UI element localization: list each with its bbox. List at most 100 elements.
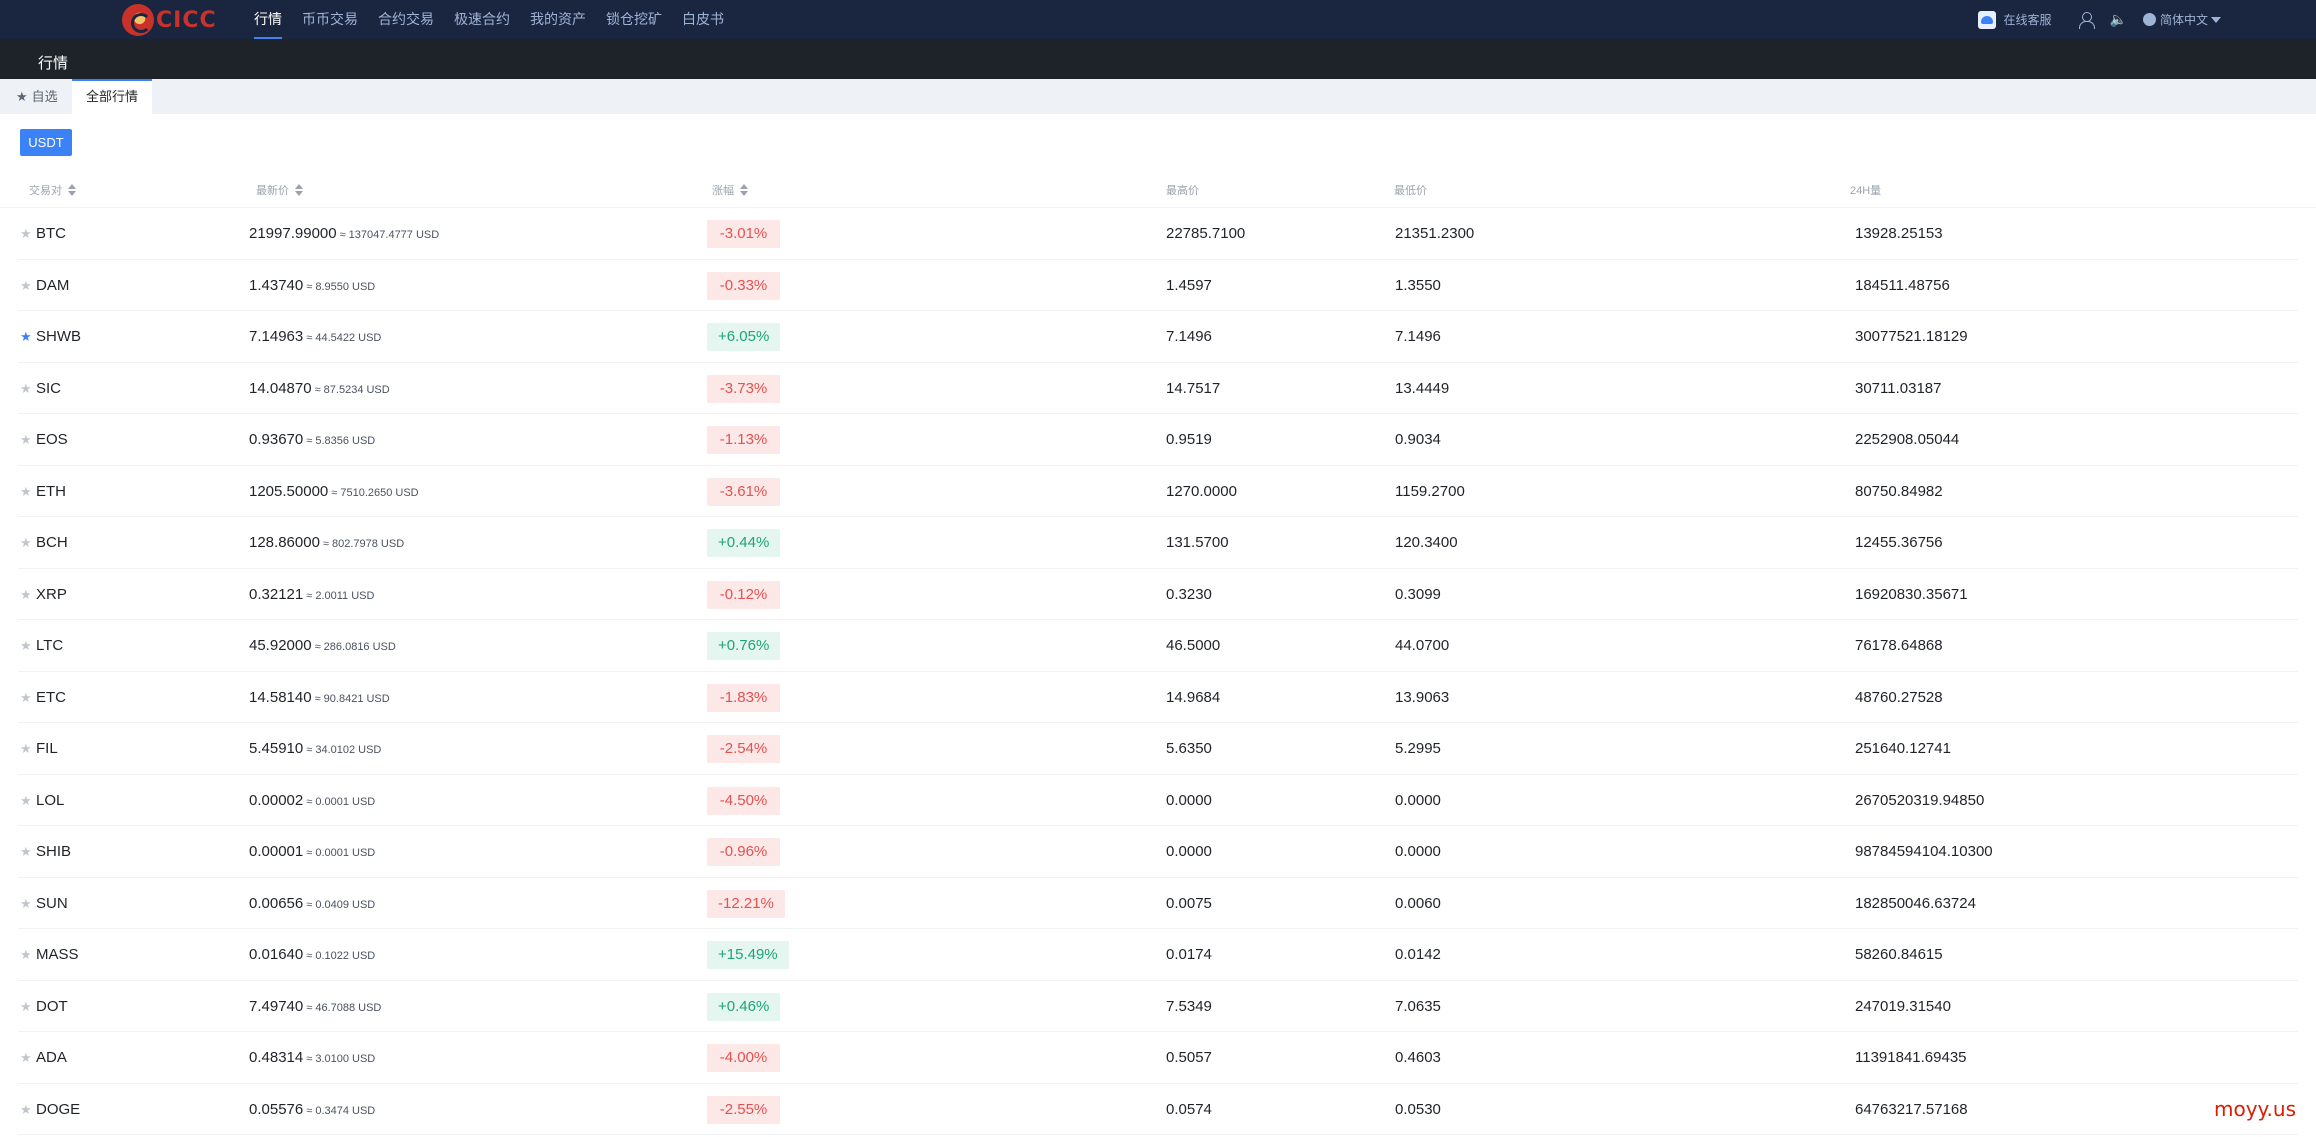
- table-body: ★BTC21997.99000≈ 137047.4777 USD-3.01%22…: [0, 208, 2316, 1135]
- change-badge: -4.50%: [707, 787, 780, 815]
- last-price: 0.05576≈ 0.3474 USD: [249, 1084, 375, 1135]
- favorite-star-icon[interactable]: ★: [20, 1084, 32, 1135]
- change-cell: -1.13%: [707, 414, 780, 465]
- favorite-star-icon[interactable]: ★: [20, 723, 32, 774]
- top-nav: CICC 行情 币币交易 合约交易 极速合约 我的资产 锁仓挖矿 白皮书 在线客…: [0, 0, 2316, 39]
- star-icon: ★: [16, 79, 28, 114]
- sort-icon[interactable]: [68, 184, 76, 196]
- usd-equivalent: ≈ 0.3474 USD: [306, 1105, 375, 1117]
- user-icon[interactable]: [2078, 12, 2094, 28]
- table-row[interactable]: ★EOS0.93670≈ 5.8356 USD-1.13%0.95190.903…: [18, 414, 2298, 466]
- table-row[interactable]: ★SUN0.00656≈ 0.0409 USD-12.21%0.00750.00…: [18, 878, 2298, 930]
- table-row[interactable]: ★SIC14.04870≈ 87.5234 USD-3.73%14.751713…: [18, 363, 2298, 415]
- last-price: 14.04870≈ 87.5234 USD: [249, 363, 390, 414]
- globe-icon[interactable]: [2143, 13, 2156, 26]
- change-cell: -2.55%: [707, 1084, 780, 1135]
- header-last-price[interactable]: 最新价: [256, 182, 303, 198]
- high-price: 14.9684: [1166, 672, 1220, 723]
- favorite-star-icon[interactable]: ★: [20, 929, 32, 980]
- table-row[interactable]: ★LOL0.00002≈ 0.0001 USD-4.50%0.00000.000…: [18, 775, 2298, 827]
- low-price: 44.0700: [1395, 620, 1449, 671]
- last-price-value: 1.43740: [249, 277, 303, 294]
- change-cell: -3.61%: [707, 466, 780, 517]
- table-row[interactable]: ★ETH1205.50000≈ 7510.2650 USD-3.61%1270.…: [18, 466, 2298, 518]
- usd-equivalent: ≈ 802.7978 USD: [323, 538, 404, 550]
- sort-icon[interactable]: [740, 184, 748, 196]
- change-badge: -3.73%: [707, 375, 780, 403]
- table-row[interactable]: ★BCH128.86000≈ 802.7978 USD+0.44%131.570…: [18, 517, 2298, 569]
- table-row[interactable]: ★DOGE0.05576≈ 0.3474 USD-2.55%0.05740.05…: [18, 1084, 2298, 1136]
- language-selector[interactable]: 简体中文: [2160, 11, 2208, 28]
- low-price: 13.9063: [1395, 672, 1449, 723]
- nav-item-market[interactable]: 行情: [254, 0, 282, 39]
- pair-name: LOL: [36, 775, 64, 826]
- nav-item-contract[interactable]: 合约交易: [378, 0, 434, 39]
- logo[interactable]: CICC: [122, 4, 222, 36]
- header-pair[interactable]: 交易对: [29, 182, 76, 198]
- change-cell: -12.21%: [707, 878, 785, 929]
- usdt-quote-button[interactable]: USDT: [20, 129, 72, 156]
- favorite-star-icon[interactable]: ★: [20, 569, 32, 620]
- favorite-star-icon[interactable]: ★: [20, 981, 32, 1032]
- favorite-star-icon[interactable]: ★: [20, 311, 32, 362]
- favorite-star-icon[interactable]: ★: [20, 414, 32, 465]
- speaker-icon[interactable]: 🔈: [2110, 11, 2127, 28]
- header-change[interactable]: 涨幅: [712, 182, 748, 198]
- favorite-star-icon[interactable]: ★: [20, 363, 32, 414]
- last-price-value: 5.45910: [249, 740, 303, 757]
- table-row[interactable]: ★LTC45.92000≈ 286.0816 USD+0.76%46.50004…: [18, 620, 2298, 672]
- change-badge: -1.13%: [707, 426, 780, 454]
- table-row[interactable]: ★ETC14.58140≈ 90.8421 USD-1.83%14.968413…: [18, 672, 2298, 724]
- nav-item-whitepaper[interactable]: 白皮书: [682, 0, 724, 39]
- low-price: 5.2995: [1395, 723, 1441, 774]
- table-row[interactable]: ★DOT7.49740≈ 46.7088 USD+0.46%7.53497.06…: [18, 981, 2298, 1033]
- favorite-star-icon[interactable]: ★: [20, 620, 32, 671]
- nav-item-staking[interactable]: 锁仓挖矿: [606, 0, 662, 39]
- chevron-down-icon[interactable]: [2211, 17, 2221, 23]
- favorite-star-icon[interactable]: ★: [20, 208, 32, 259]
- table-row[interactable]: ★XRP0.32121≈ 2.0011 USD-0.12%0.32300.309…: [18, 569, 2298, 621]
- nav-item-fast-contract[interactable]: 极速合约: [454, 0, 510, 39]
- last-price: 1205.50000≈ 7510.2650 USD: [249, 466, 419, 517]
- high-price: 0.9519: [1166, 414, 1212, 465]
- table-row[interactable]: ★FIL5.45910≈ 34.0102 USD-2.54%5.63505.29…: [18, 723, 2298, 775]
- high-price: 22785.7100: [1166, 208, 1245, 259]
- favorite-star-icon[interactable]: ★: [20, 466, 32, 517]
- last-price: 0.32121≈ 2.0011 USD: [249, 569, 374, 620]
- favorite-star-icon[interactable]: ★: [20, 672, 32, 723]
- last-price: 14.58140≈ 90.8421 USD: [249, 672, 390, 723]
- nav-item-spot[interactable]: 币币交易: [302, 0, 358, 39]
- usd-equivalent: ≈ 137047.4777 USD: [340, 229, 440, 241]
- table-row[interactable]: ★ADA0.48314≈ 3.0100 USD-4.00%0.50570.460…: [18, 1032, 2298, 1084]
- sort-icon[interactable]: [295, 184, 303, 196]
- volume-24h: 80750.84982: [1855, 466, 1943, 517]
- favorite-star-icon[interactable]: ★: [20, 826, 32, 877]
- table-row[interactable]: ★SHIB0.00001≈ 0.0001 USD-0.96%0.00000.00…: [18, 826, 2298, 878]
- volume-24h: 11391841.69435: [1855, 1032, 1967, 1083]
- low-price: 0.0060: [1395, 878, 1441, 929]
- tab-favorites[interactable]: ★自选: [2, 79, 72, 114]
- last-price: 7.49740≈ 46.7088 USD: [249, 981, 381, 1032]
- table-row[interactable]: ★BTC21997.99000≈ 137047.4777 USD-3.01%22…: [18, 208, 2298, 260]
- tab-all-markets[interactable]: 全部行情: [72, 79, 152, 114]
- last-price-value: 0.00001: [249, 843, 303, 860]
- table-row[interactable]: ★MASS0.01640≈ 0.1022 USD+15.49%0.01740.0…: [18, 929, 2298, 981]
- last-price-value: 0.00002: [249, 792, 303, 809]
- table-row[interactable]: ★SHWB7.14963≈ 44.5422 USD+6.05%7.14967.1…: [18, 311, 2298, 363]
- last-price-value: 0.93670: [249, 431, 303, 448]
- favorite-star-icon[interactable]: ★: [20, 1032, 32, 1083]
- nav-item-assets[interactable]: 我的资产: [530, 0, 586, 39]
- volume-24h: 182850046.63724: [1855, 878, 1976, 929]
- favorite-star-icon[interactable]: ★: [20, 775, 32, 826]
- table-row[interactable]: ★DAM1.43740≈ 8.9550 USD-0.33%1.45971.355…: [18, 260, 2298, 312]
- favorite-star-icon[interactable]: ★: [20, 878, 32, 929]
- header-pair-label: 交易对: [29, 182, 62, 198]
- usd-equivalent: ≈ 0.0409 USD: [306, 899, 375, 911]
- favorite-star-icon[interactable]: ★: [20, 260, 32, 311]
- change-cell: -4.50%: [707, 775, 780, 826]
- last-price-value: 14.04870: [249, 380, 312, 397]
- customer-service-link[interactable]: 在线客服: [2004, 11, 2052, 28]
- favorite-star-icon[interactable]: ★: [20, 517, 32, 568]
- customer-service-icon[interactable]: [1978, 11, 1996, 29]
- change-cell: +6.05%: [707, 311, 780, 362]
